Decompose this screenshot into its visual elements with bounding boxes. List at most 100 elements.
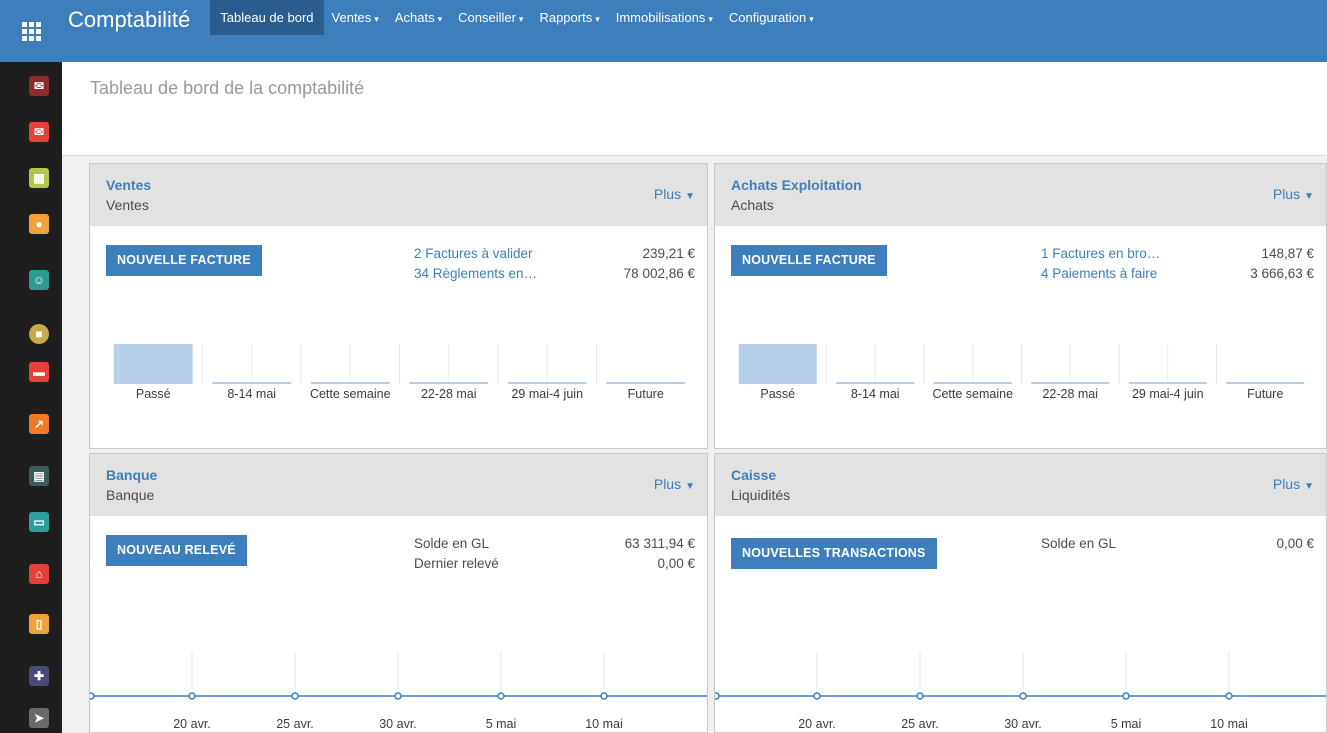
new-invoice-button[interactable]: NOUVELLE FACTURE xyxy=(731,245,887,276)
folder-icon[interactable]: ▬ xyxy=(29,362,49,382)
card-subtitle: Banque xyxy=(106,487,155,503)
more-dropdown[interactable]: Plus ▼ xyxy=(654,186,695,202)
journal-card-caisse: Caisse Liquidités Plus ▼ NOUVELLES TRANSA… xyxy=(714,453,1327,733)
x-tick-label: 8-14 mai xyxy=(851,387,900,401)
x-tick-label: 8-14 mai xyxy=(227,387,276,401)
more-dropdown[interactable]: Plus ▼ xyxy=(1273,476,1314,492)
send-icon[interactable]: ➤ xyxy=(29,708,49,728)
caret-down-icon: ▾ xyxy=(595,14,600,24)
discuss-icon[interactable]: ✉ xyxy=(29,76,49,96)
x-tick-label: Passé xyxy=(760,387,795,401)
stat-value: 63 311,94 € xyxy=(624,536,695,551)
more-label: Plus xyxy=(1272,186,1301,202)
menu-conseiller[interactable]: Conseiller ▾ xyxy=(450,0,531,35)
map-pin-icon[interactable]: ● xyxy=(29,214,49,234)
menu-label: Ventes xyxy=(331,10,372,25)
calendar-icon[interactable]: ▦ xyxy=(29,168,49,188)
journal-card-achats: Achats Exploitation Achats Plus ▼ NOUVELL… xyxy=(714,163,1327,449)
menu-label: Tableau de bord xyxy=(220,10,314,25)
data-point xyxy=(1225,692,1233,700)
new-statement-button[interactable]: NOUVEAU RELEVÉ xyxy=(106,535,247,566)
x-tick-label: 10 mai xyxy=(1210,717,1248,731)
data-point xyxy=(600,692,608,700)
menu-immobilisations[interactable]: Immobilisations ▾ xyxy=(608,0,721,35)
apps-menu-icon[interactable] xyxy=(0,0,62,62)
contacts-icon[interactable]: ☺ xyxy=(29,270,49,290)
x-tick-label: 22-28 mai xyxy=(421,387,477,401)
bar-chart: Passé 8-14 mai Cette semaine 22-28 mai 29 ma… xyxy=(738,344,1305,401)
stat-value: 148,87 € xyxy=(1261,246,1314,261)
bar xyxy=(933,382,1012,384)
x-tick-label: Future xyxy=(628,387,664,401)
more-label: Plus xyxy=(653,186,682,202)
chart-icon[interactable]: ↗ xyxy=(29,414,49,434)
box-icon[interactable]: ■ xyxy=(29,324,49,344)
main-menu: Tableau de bord Ventes ▾ Achats ▾ Conseill… xyxy=(210,0,821,62)
page-title: Tableau de bord de la comptabilité xyxy=(90,78,365,98)
menu-rapports[interactable]: Rapports ▾ xyxy=(531,0,607,35)
x-tick-label: 25 avr. xyxy=(276,717,314,731)
document-icon[interactable]: ▯ xyxy=(29,614,49,634)
apps-sidebar: ✉ ✉ ▦ ● ☺ ■ ▬ ↗ ▤ ▭ ⌂ ▯ ✚ ➤ xyxy=(0,62,62,733)
card-title[interactable]: Caisse xyxy=(731,467,776,483)
card-header: Banque Banque Plus ▼ xyxy=(90,454,707,516)
caret-down-icon: ▼ xyxy=(1304,191,1314,202)
menu-tableau-de-bord[interactable]: Tableau de bord xyxy=(210,0,324,35)
x-tick-label: 22-28 mai xyxy=(1042,387,1098,401)
card-title[interactable]: Achats Exploitation xyxy=(731,177,862,193)
data-point xyxy=(291,692,299,700)
bar xyxy=(113,344,193,384)
menu-label: Conseiller xyxy=(458,10,516,25)
stat-value: 3 666,63 € xyxy=(1250,266,1314,281)
stat-label: Solde en GL xyxy=(414,536,490,551)
journal-card-ventes: Ventes Ventes Plus ▼ NOUVELLE FACTURE 2 F… xyxy=(89,163,708,449)
more-label: Plus xyxy=(653,476,682,492)
bar xyxy=(836,382,915,384)
data-point xyxy=(715,692,720,700)
stat-link-draft-invoices[interactable]: 1 Factures en bro… xyxy=(1041,246,1160,261)
puzzle-icon[interactable]: ✚ xyxy=(29,666,49,686)
data-point xyxy=(1019,692,1027,700)
stat-link-payments-to-make[interactable]: 4 Paiements à faire xyxy=(1041,266,1157,281)
stat-link-payments[interactable]: 34 Règlements en… xyxy=(414,266,537,281)
card-subtitle: Liquidités xyxy=(731,487,791,503)
caret-down-icon: ▾ xyxy=(518,14,524,24)
caret-down-icon: ▼ xyxy=(685,191,695,202)
more-dropdown[interactable]: Plus ▼ xyxy=(654,476,695,492)
menu-achats[interactable]: Achats ▾ xyxy=(387,0,450,35)
bar xyxy=(212,382,292,384)
mail-icon[interactable]: ✉ xyxy=(29,122,49,142)
card-header: Caisse Liquidités Plus ▼ xyxy=(715,454,1326,516)
top-navbar: Comptabilité Tableau de bord Ventes ▾ Ach… xyxy=(0,0,1327,62)
menu-ventes[interactable]: Ventes ▾ xyxy=(324,0,387,35)
x-tick-label: 10 mai xyxy=(585,717,623,731)
stat-value: 0,00 € xyxy=(657,556,695,571)
card-subtitle: Ventes xyxy=(106,197,149,213)
stat-value: 239,21 € xyxy=(642,246,695,261)
x-tick-label: 30 avr. xyxy=(379,717,417,731)
data-point xyxy=(813,692,821,700)
card-icon[interactable]: ▭ xyxy=(29,512,49,532)
card-header: Ventes Ventes Plus ▼ xyxy=(90,164,707,226)
x-tick-label: Cette semaine xyxy=(310,387,391,401)
data-point xyxy=(916,692,924,700)
new-transactions-button[interactable]: NOUVELLES TRANSACTIONS xyxy=(731,538,937,569)
bar xyxy=(1226,382,1305,384)
menu-configuration[interactable]: Configuration ▾ xyxy=(721,0,822,35)
more-dropdown[interactable]: Plus ▼ xyxy=(1273,186,1314,202)
stat-link-invoices-to-validate[interactable]: 2 Factures à valider xyxy=(414,246,533,261)
x-tick-label: 25 avr. xyxy=(901,717,939,731)
card-title[interactable]: Banque xyxy=(106,467,157,483)
new-invoice-button[interactable]: NOUVELLE FACTURE xyxy=(106,245,262,276)
stat-value: 78 002,86 € xyxy=(623,266,695,281)
bar xyxy=(310,382,390,384)
data-point xyxy=(394,692,402,700)
bar xyxy=(409,382,489,384)
stat-label: Solde en GL xyxy=(1041,536,1117,551)
x-tick-label: 30 avr. xyxy=(1004,717,1042,731)
caret-down-icon: ▼ xyxy=(685,481,695,492)
card-title[interactable]: Ventes xyxy=(106,177,151,193)
building-icon[interactable]: ⌂ xyxy=(29,564,49,584)
menu-label: Immobilisations xyxy=(615,10,706,25)
spreadsheet-icon[interactable]: ▤ xyxy=(29,466,49,486)
